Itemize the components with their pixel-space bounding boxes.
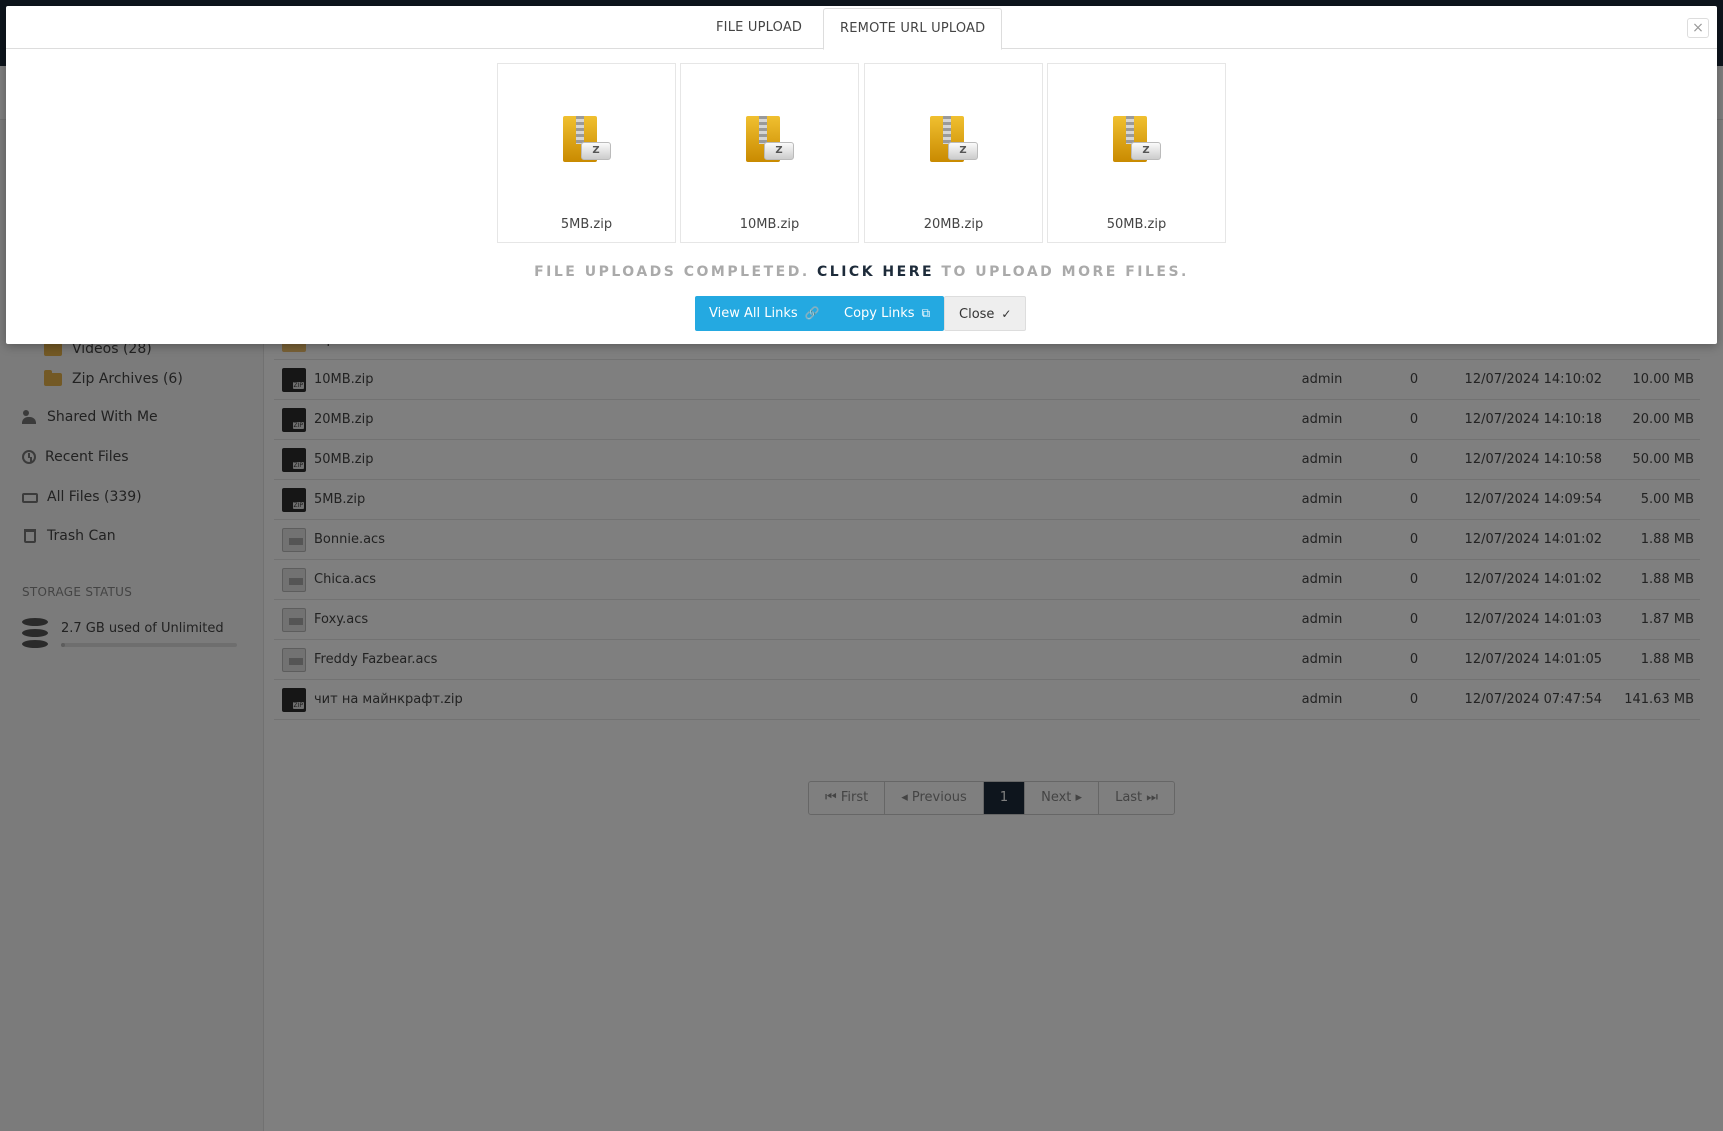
uploaded-file-thumb[interactable]: Z 5MB.zip xyxy=(497,63,676,243)
zip-archive-icon: Z xyxy=(1113,116,1163,164)
uploaded-file-thumb[interactable]: Z 50MB.zip xyxy=(1047,63,1226,243)
tab-remote-url-upload[interactable]: REMOTE URL UPLOAD xyxy=(823,8,1003,50)
upload-more-link[interactable]: CLICK HERE xyxy=(817,264,934,280)
uploaded-file-name: 5MB.zip xyxy=(560,217,613,232)
uploaded-file-name: 50MB.zip xyxy=(1106,217,1167,232)
close-button[interactable]: Close ✓ xyxy=(944,296,1027,331)
tab-file-upload[interactable]: FILE UPLOAD xyxy=(700,8,818,50)
zip-archive-icon: Z xyxy=(930,116,980,164)
upload-status-message: FILE UPLOADS COMPLETED. CLICK HERE TO UP… xyxy=(534,264,1189,280)
uploaded-file-name: 20MB.zip xyxy=(923,217,984,232)
close-icon: × xyxy=(1692,20,1704,36)
copy-links-button[interactable]: Copy Links ⧉ xyxy=(830,296,945,331)
uploaded-file-thumb[interactable]: Z 10MB.zip xyxy=(680,63,859,243)
zip-archive-icon: Z xyxy=(746,116,796,164)
uploaded-file-thumb[interactable]: Z 20MB.zip xyxy=(864,63,1043,243)
modal-close-button[interactable]: × xyxy=(1687,18,1709,38)
link-icon: 🔗 xyxy=(804,306,820,320)
zip-archive-icon: Z xyxy=(563,116,613,164)
copy-icon: ⧉ xyxy=(921,306,931,320)
upload-modal: FILE UPLOAD REMOTE URL UPLOAD × Z 5MB.zi… xyxy=(6,6,1717,344)
uploaded-file-name: 10MB.zip xyxy=(739,217,800,232)
view-all-links-button[interactable]: View All Links 🔗 xyxy=(695,296,834,331)
check-icon: ✓ xyxy=(1001,307,1012,321)
modal-tabs: FILE UPLOAD REMOTE URL UPLOAD xyxy=(6,6,1717,50)
